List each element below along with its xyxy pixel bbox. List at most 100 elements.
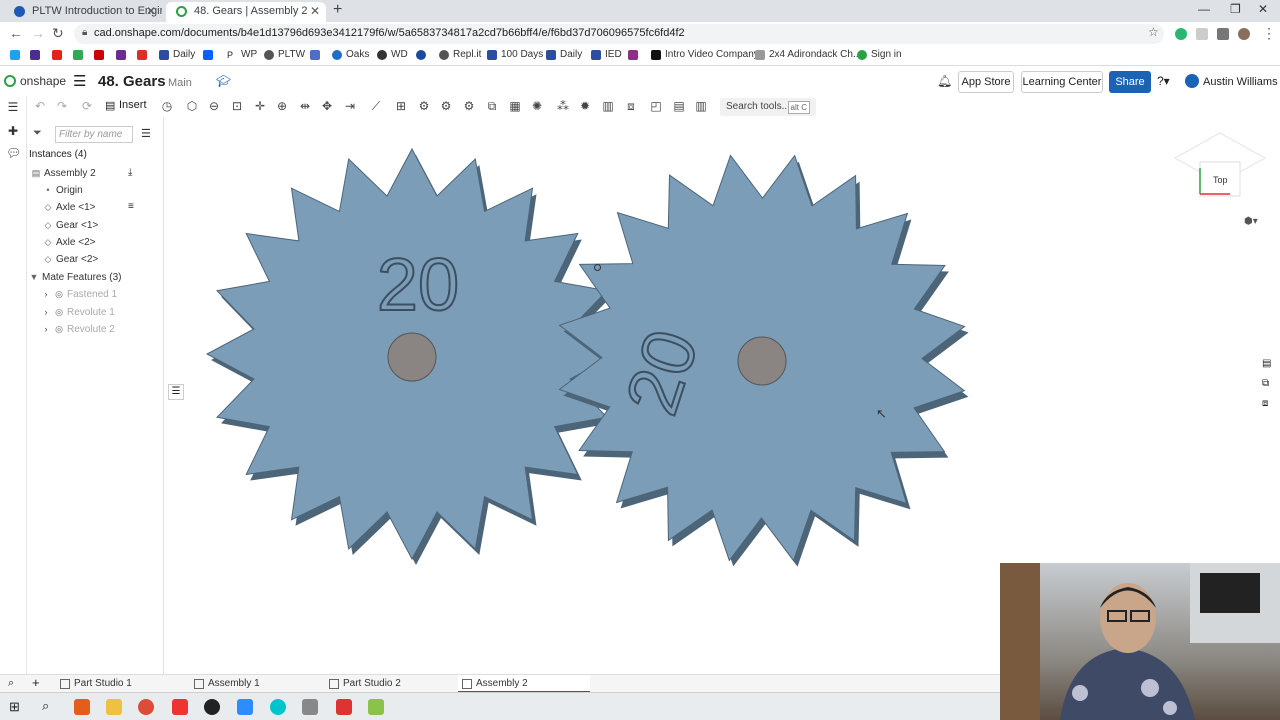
app-icon[interactable]	[74, 699, 90, 715]
measure-icon[interactable]: ◰	[649, 99, 663, 113]
share-button[interactable]: Share	[1109, 71, 1151, 93]
feature-list-icon[interactable]: ☰	[6, 100, 20, 114]
group-icon[interactable]: ▦	[508, 99, 522, 113]
list-view-icon[interactable]: ☰	[141, 127, 151, 140]
bookmark-intro-video[interactable]: Intro Video Company	[651, 49, 759, 60]
back-icon[interactable]: ←	[9, 25, 23, 41]
app-store-button[interactable]: App Store	[958, 71, 1014, 93]
document-title[interactable]: 48. Gears	[98, 73, 166, 90]
fastened-mate-icon[interactable]: ⊖	[207, 99, 221, 113]
bookmark-100-days[interactable]: 100 Days	[487, 49, 543, 60]
browser-tab-onshape[interactable]: 48. Gears | Assembly 2 ✕	[166, 2, 326, 22]
windows-start-icon[interactable]: ⊞	[9, 699, 20, 715]
bookmark-daily[interactable]: Daily	[159, 49, 195, 60]
cylindrical-mate-icon[interactable]: ⊕	[275, 99, 289, 113]
bookmark-replit[interactable]: Repl.it	[439, 49, 481, 60]
pattern-icon[interactable]: ▥	[601, 99, 615, 113]
mate-features-header[interactable]: ▼ Mate Features (3)	[29, 269, 122, 286]
comments-icon[interactable]: 💬︎	[6, 146, 21, 160]
ball-mate-icon[interactable]: ⊞	[394, 99, 408, 113]
list-item[interactable]: › ◎ Revolute 1	[41, 304, 115, 321]
view-options-icon[interactable]: ⬢▾	[1244, 216, 1258, 227]
mass-properties-icon[interactable]: ▤	[672, 99, 686, 113]
hamburger-menu-icon[interactable]: ☰	[73, 72, 86, 90]
linear-relation-icon[interactable]: ⧉	[485, 99, 499, 113]
appearance-icon[interactable]: ⧉	[1262, 378, 1278, 398]
list-item[interactable]: ▤ Assembly 2	[31, 165, 96, 182]
list-item[interactable]: ◇ Gear <2>	[43, 251, 99, 268]
obs-icon[interactable]	[204, 699, 220, 715]
search-icon[interactable]: ⌕	[42, 698, 49, 714]
tab-assembly-2[interactable]: Assembly 2	[458, 675, 590, 693]
explode-icon[interactable]: ⁂	[556, 99, 570, 113]
file-explorer-icon[interactable]	[106, 699, 122, 715]
gear-icon[interactable]: ✹	[578, 99, 592, 113]
gear-1-axle[interactable]	[387, 332, 437, 382]
add-tab-icon[interactable]: +	[32, 675, 40, 690]
animate-icon[interactable]: ✺	[530, 99, 544, 113]
search-tools-input[interactable]: Search tools... alt C	[720, 98, 816, 116]
profile-avatar[interactable]	[1238, 28, 1250, 40]
bookmark-sign-in[interactable]: Sign in	[857, 49, 902, 60]
gear-relation-icon[interactable]: ⚙	[417, 99, 431, 113]
tangent-mate-icon[interactable]: ⟋	[369, 99, 383, 113]
extension-icon[interactable]	[1196, 28, 1208, 40]
close-tab-icon[interactable]: ✕	[146, 2, 156, 20]
rack-pinion-icon[interactable]: ⚙	[439, 99, 453, 113]
extension-icon[interactable]	[1175, 28, 1187, 40]
learning-center-button[interactable]: Learning Center	[1021, 71, 1103, 93]
manage-tabs-icon[interactable]: ⌕	[8, 677, 14, 690]
undo-icon[interactable]: ↶	[33, 99, 47, 113]
instances-header[interactable]: Instances (4)	[29, 146, 87, 163]
forward-icon[interactable]: →	[31, 25, 45, 41]
pin-slot-mate-icon[interactable]: ⇹	[298, 99, 312, 113]
replicate-icon[interactable]: ◷	[160, 99, 174, 113]
user-menu[interactable]: Austin Williams ▾	[1185, 74, 1280, 88]
close-tab-icon[interactable]: ✕	[310, 2, 320, 20]
new-tab-icon[interactable]: +	[333, 1, 342, 19]
app-icon[interactable]	[368, 699, 384, 715]
view-cube-face-label[interactable]: Top	[1213, 175, 1228, 185]
minimize-icon[interactable]: —	[1198, 2, 1210, 16]
url-field[interactable]: 🔒︎ cad.onshape.com/documents/b4e1d13796d…	[74, 24, 1164, 44]
bookmark-ied[interactable]: IED	[591, 49, 622, 60]
slider-mate-icon[interactable]: ✛	[253, 99, 267, 113]
configurations-icon[interactable]: ⧈	[1262, 398, 1278, 418]
mate-connector-icon[interactable]: ⬡	[185, 99, 199, 113]
bookmark-star-icon[interactable]: ☆	[1148, 25, 1159, 39]
list-item[interactable]: ◇ Gear <1>	[43, 217, 99, 234]
tab-part-studio-1[interactable]: Part Studio 1	[56, 675, 184, 693]
revolute-mate-icon[interactable]: ⊡	[230, 99, 244, 113]
help-icon[interactable]: ?▾	[1157, 74, 1170, 88]
app-icon[interactable]	[336, 699, 352, 715]
onshape-logo[interactable]: onshape	[4, 74, 66, 88]
chrome-icon[interactable]	[138, 699, 154, 715]
zoom-icon[interactable]	[237, 699, 253, 715]
bookmark-oaks[interactable]: Oaks	[332, 49, 369, 60]
puzzle-icon[interactable]	[1217, 28, 1229, 40]
view-cube[interactable]: Top ⬢▾	[1170, 128, 1270, 238]
browser-tab-pltw[interactable]: PLTW Introduction to Engineering ✕	[4, 2, 162, 22]
list-item[interactable]: ◇ Axle <1>	[43, 199, 96, 216]
tab-assembly-1[interactable]: Assembly 1	[190, 675, 318, 693]
restore-icon[interactable]: ❐	[1230, 2, 1241, 16]
bookmark-adirondack[interactable]: 2x4 Adirondack Ch...	[755, 49, 861, 60]
bill-of-materials-icon[interactable]: ▥	[694, 99, 708, 113]
regenerate-icon[interactable]: ⟳	[80, 99, 94, 113]
app-icon[interactable]	[302, 699, 318, 715]
add-icon[interactable]: ✚	[6, 124, 20, 138]
graduation-cap-icon[interactable]: 🎓︎	[216, 74, 231, 88]
planar-mate-icon[interactable]: ✥	[320, 99, 334, 113]
notification-bell-icon[interactable]: 🔔︎	[937, 74, 952, 88]
tab-part-studio-2[interactable]: Part Studio 2	[325, 675, 453, 693]
properties-icon[interactable]: ▤	[1262, 358, 1278, 378]
download-icon[interactable]: ⤓	[128, 167, 132, 178]
section-view-icon[interactable]: ⧈	[624, 99, 638, 113]
app-icon[interactable]	[172, 699, 188, 715]
branch-name[interactable]: Main	[168, 77, 192, 89]
menu-kebab-icon[interactable]: ⋮	[1262, 25, 1276, 42]
list-item[interactable]: • Origin	[43, 182, 82, 199]
screw-relation-icon[interactable]: ⚙	[462, 99, 476, 113]
list-item[interactable]: › ◎ Fastened 1	[41, 286, 118, 303]
bookmark-wd[interactable]: WD	[377, 49, 408, 60]
